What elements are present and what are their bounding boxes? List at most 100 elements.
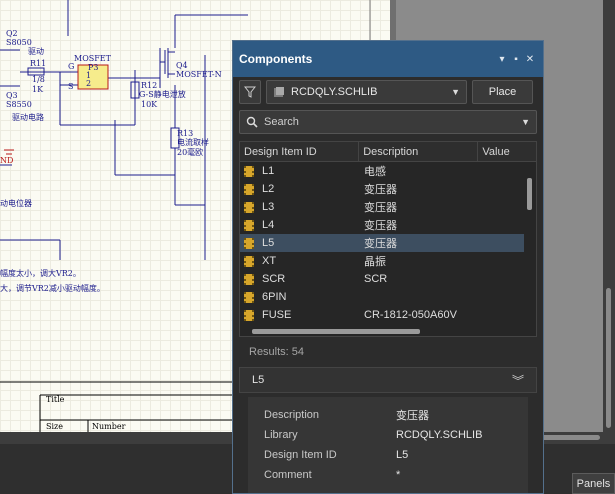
label-s8550: S8550 (6, 100, 32, 109)
label-q4: Q4 (176, 61, 188, 70)
label-drive: 驱动 (28, 47, 44, 56)
label-q3: Q3 (6, 91, 18, 100)
component-icon (244, 165, 254, 177)
label-r12: R12 (141, 81, 158, 90)
canvas-vertical-scrollbar[interactable] (603, 0, 615, 444)
label-r13-val: 20毫欧 (177, 148, 204, 157)
label-q2: Q2 (6, 29, 18, 38)
panel-menu-icon[interactable]: ▾ (495, 54, 509, 65)
table-row[interactable]: XT 晶振 (240, 252, 536, 270)
detail-value: L5 (396, 449, 409, 461)
label-r12-desc: G-S静电泄放 (139, 90, 186, 99)
row-description: 变压器 (364, 202, 397, 214)
row-description: 变压器 (364, 220, 397, 232)
detail-properties: Description 变压器 Library RCDQLY.SCHLIB Design… (248, 397, 528, 493)
column-description[interactable]: Description (359, 142, 479, 162)
table-row[interactable]: L5 变压器 (240, 234, 536, 252)
row-design-item-id: 6PIN (262, 291, 287, 303)
component-icon (244, 219, 254, 231)
results-count: Results: 54 (249, 346, 305, 358)
column-value[interactable]: Value (478, 142, 536, 162)
detail-row: Design Item ID L5 (264, 445, 528, 465)
detail-key: Library (264, 429, 298, 441)
row-description: CR-1812-050A60V (364, 309, 457, 321)
filter-icon (244, 86, 256, 98)
detail-value: 变压器 (396, 410, 429, 422)
search-field[interactable]: ▼ (239, 110, 537, 134)
component-icon (244, 237, 254, 249)
table-row[interactable]: L2 变压器 (240, 180, 536, 198)
row-description: 晶振 (364, 256, 386, 268)
component-icon (244, 201, 254, 213)
component-icon (244, 309, 254, 321)
table-row[interactable]: FUSE CR-1812-050A60V (240, 306, 536, 324)
label-gnd: ND (0, 156, 14, 165)
row-design-item-id: XT (262, 255, 277, 267)
panel-title-bar[interactable]: Components ▾ ▪ ✕ (233, 41, 543, 77)
table-horizontal-scrollbar[interactable] (240, 326, 526, 336)
component-icon (244, 183, 254, 195)
row-design-item-id: L2 (262, 183, 275, 195)
label-mosfet: MOSFET (74, 54, 111, 63)
detail-row: Library RCDQLY.SCHLIB (264, 425, 528, 445)
column-design-item-id[interactable]: Design Item ID (240, 142, 360, 162)
detail-key: Comment (264, 469, 312, 481)
chevron-down-icon: ▼ (451, 87, 460, 97)
place-button[interactable]: Place (472, 80, 533, 104)
table-row[interactable]: SCR SCR (240, 270, 536, 288)
label-pin-s: S (68, 82, 74, 91)
detail-key: Design Item ID (264, 449, 337, 461)
row-design-item-id: L4 (262, 219, 275, 231)
label-note-2: 大，调节VR2减小驱动幅度。 (0, 284, 105, 293)
label-pin-2: 2 (86, 79, 92, 88)
row-design-item-id: L1 (262, 165, 275, 177)
row-description: SCR (364, 273, 388, 285)
library-name: RCDQLY.SCHLIB (291, 86, 378, 98)
search-dropdown-icon[interactable]: ▼ (521, 117, 530, 127)
close-icon[interactable]: ✕ (523, 54, 537, 65)
collapse-icon[interactable]: ︾ (512, 372, 524, 389)
library-icon (274, 87, 284, 97)
label-pin-g: G (68, 62, 75, 71)
table-row[interactable]: 6PIN (240, 288, 536, 306)
detail-header[interactable]: L5 ︾ (239, 367, 537, 393)
table-row[interactable]: L4 变压器 (240, 216, 536, 234)
filter-button[interactable] (239, 80, 261, 104)
components-panel: Components ▾ ▪ ✕ RCDQLY.SCHLIB ▼ Place ▼… (232, 40, 544, 494)
label-r11-val: 1/8 (32, 75, 45, 84)
row-design-item-id: SCR (262, 273, 286, 285)
row-design-item-id: FUSE (262, 309, 292, 321)
search-input[interactable] (264, 116, 516, 128)
component-icon (244, 273, 254, 285)
panels-button[interactable]: Panels (572, 473, 615, 494)
label-pot: 动电位器 (0, 199, 32, 208)
panel-title: Components (239, 52, 313, 66)
components-table: Design Item ID Description Value L1 电感 L2 变… (239, 141, 537, 337)
component-icon (244, 291, 254, 303)
label-q4-type: MOSFET-N (176, 70, 222, 79)
label-r13: R13 (177, 129, 194, 138)
detail-value: RCDQLY.SCHLIB (396, 429, 483, 441)
label-r12-val: 10K (141, 100, 158, 109)
label-drive-circuit: 驱动电路 (12, 113, 44, 122)
label-r11: R11 (30, 59, 47, 68)
component-icon (244, 255, 254, 267)
title-block-title: Title (46, 395, 65, 404)
title-block-number: Number (92, 422, 126, 431)
row-description: 变压器 (364, 238, 397, 250)
row-description: 电感 (364, 166, 386, 178)
table-row[interactable]: L1 电感 (240, 162, 536, 180)
label-note-1: 幅度太小，调大VR2。 (0, 269, 81, 278)
table-vertical-scrollbar[interactable] (524, 162, 536, 336)
row-design-item-id: L5 (262, 237, 275, 249)
row-design-item-id: L3 (262, 201, 275, 213)
table-row[interactable]: L3 变压器 (240, 198, 536, 216)
search-icon (246, 116, 258, 128)
label-r13-desc: 电流取样 (177, 138, 209, 147)
pin-icon[interactable]: ▪ (509, 54, 523, 65)
label-s8050: S8050 (6, 38, 32, 47)
detail-key: Description (264, 409, 320, 421)
library-select[interactable]: RCDQLY.SCHLIB ▼ (266, 80, 467, 104)
detail-row: Description 变压器 (264, 405, 528, 425)
title-block-size: Size (46, 422, 63, 431)
